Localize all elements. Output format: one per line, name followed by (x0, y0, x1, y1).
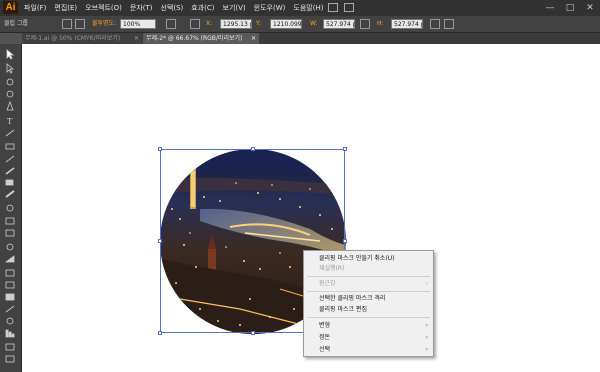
handle-bottom-left[interactable] (158, 331, 162, 335)
free-transform-tool-icon[interactable] (5, 242, 16, 251)
line-tool-icon[interactable] (5, 129, 16, 138)
menu-select[interactable]: 선택 (319, 345, 330, 355)
menu-separator (307, 317, 430, 318)
menu-arrange[interactable]: 정돈 (319, 333, 330, 343)
tab-document-1[interactable]: 무제-1.ai @ 50% (CMYK/미리보기) ✕ (22, 33, 142, 44)
app-logo: Ai (3, 1, 18, 14)
document-tab-bar: 무제-1.ai @ 50% (CMYK/미리보기) ✕ 무제-2* @ 66.6… (22, 33, 600, 44)
rotate-tool-icon[interactable] (5, 203, 16, 212)
eyedropper-tool-icon[interactable] (5, 305, 16, 314)
handle-middle-left[interactable] (158, 239, 162, 243)
transform-panel-icon[interactable] (430, 19, 440, 29)
control-bar: 클립 그룹 불투명도: 100% X: 1295.13 px Y: 1210.0… (0, 16, 600, 33)
maximize-button[interactable]: □ (560, 0, 580, 16)
tab-close-icon[interactable]: ✕ (134, 33, 139, 44)
magic-wand-tool-icon[interactable] (5, 77, 16, 86)
tab-document-2[interactable]: 무제-2* @ 66.67% (RGB/미리보기) ✕ (143, 33, 259, 44)
edit-clipping-path-icon[interactable] (62, 19, 72, 29)
recolor-icon[interactable] (166, 19, 176, 29)
rectangle-tool-icon[interactable] (5, 142, 16, 151)
gradient-tool-icon[interactable] (5, 293, 16, 302)
edit-contents-icon[interactable] (75, 19, 85, 29)
menu-separator (307, 291, 430, 292)
submenu-arrow-icon: › (425, 322, 428, 329)
graph-tool-icon[interactable] (5, 330, 16, 339)
menu-separator (307, 276, 430, 277)
menu-perspective: 원근감 (319, 280, 336, 287)
menu-isolate-clipping-mask[interactable]: 선택한 클리핑 마스크 격리 (319, 294, 385, 304)
panel-menu-icon[interactable] (444, 19, 454, 29)
perspective-grid-tool-icon[interactable] (5, 268, 16, 277)
h-field[interactable]: 527.974 px (391, 19, 423, 29)
constrain-proportions-icon[interactable] (360, 19, 370, 29)
y-field[interactable]: 1210.099 px (270, 19, 302, 29)
menu-file[interactable]: 파일(F) (24, 0, 46, 16)
mesh-tool-icon[interactable] (5, 281, 16, 290)
menu-view[interactable]: 보기(V) (223, 0, 246, 16)
width-tool-icon[interactable] (5, 229, 16, 238)
x-label: X: (206, 20, 213, 27)
selection-type-label: 클립 그룹 (4, 20, 28, 27)
menu-effect[interactable]: 효과(C) (191, 0, 214, 16)
x-field[interactable]: 1295.13 px (220, 19, 252, 29)
opacity-label[interactable]: 불투명도: (92, 16, 116, 32)
tab-label: 무제-1.ai @ 50% (CMYK/미리보기) (25, 35, 121, 42)
tab-label: 무제-2* @ 66.67% (RGB/미리보기) (146, 35, 243, 42)
eraser-tool-icon[interactable] (5, 191, 16, 200)
pen-tool-icon[interactable] (5, 102, 16, 111)
selection-tool-icon[interactable] (5, 48, 16, 57)
tools-panel: T (0, 44, 22, 372)
pencil-tool-icon[interactable] (5, 167, 16, 176)
blob-brush-tool-icon[interactable] (5, 179, 16, 188)
w-field[interactable]: 527.974 px (323, 19, 355, 29)
handle-top-center[interactable] (251, 147, 255, 151)
menu-window[interactable]: 윈도우(W) (254, 0, 286, 16)
shape-builder-tool-icon[interactable] (5, 255, 16, 264)
menu-help[interactable]: 도움말(H) (293, 0, 323, 16)
handle-middle-right[interactable] (343, 239, 347, 243)
tab-close-icon[interactable]: ✕ (251, 33, 256, 44)
menu-edit[interactable]: 편집(E) (54, 0, 77, 16)
w-label: W: (310, 20, 318, 27)
handle-bottom-center[interactable] (251, 331, 255, 335)
direct-selection-tool-icon[interactable] (5, 62, 16, 71)
handle-top-left[interactable] (158, 147, 162, 151)
minimize-button[interactable]: — (540, 0, 560, 16)
context-menu: 클리핑 마스크 만들기 취소(U) 재실행(R) 원근감 › 선택한 클리핑 마… (303, 250, 434, 357)
menu-select[interactable]: 선택(S) (161, 0, 184, 16)
menu-bar: Ai 파일(F) 편집(E) 오브젝트(O) 문자(T) 선택(S) 효과(C)… (0, 0, 600, 16)
close-button[interactable]: ✕ (580, 0, 600, 16)
menu-release-clipping-mask[interactable]: 클리핑 마스크 만들기 취소(U) (319, 254, 395, 264)
type-tool-icon[interactable] (5, 116, 16, 125)
submenu-arrow-icon: › (425, 346, 428, 353)
artboard-tool-icon[interactable] (5, 343, 16, 352)
menu-type[interactable]: 문자(T) (130, 0, 153, 16)
menu-items: 파일(F) 편집(E) 오브젝트(O) 문자(T) 선택(S) 효과(C) 보기… (24, 0, 331, 16)
menu-object[interactable]: 오브젝트(O) (85, 0, 122, 16)
blend-tool-icon[interactable] (5, 317, 16, 326)
scale-tool-icon[interactable] (5, 216, 16, 225)
arrange-documents-icon[interactable] (344, 3, 354, 12)
h-label: H: (377, 20, 384, 27)
y-label: Y: (256, 20, 261, 27)
slice-tool-icon[interactable] (5, 355, 16, 364)
menu-redo: 재실행(R) (319, 265, 345, 272)
handle-top-right[interactable] (343, 147, 347, 151)
opacity-field[interactable]: 100% (120, 19, 156, 29)
submenu-arrow-icon: › (425, 334, 428, 341)
submenu-arrow-icon: › (425, 280, 428, 287)
menu-edit-clipping-mask[interactable]: 클리핑 마스크 편집 (319, 305, 367, 315)
lasso-tool-icon[interactable] (5, 89, 16, 98)
menu-transform[interactable]: 변형 (319, 321, 330, 331)
paintbrush-tool-icon[interactable] (5, 155, 16, 164)
reference-point-icon[interactable] (190, 19, 200, 29)
bridge-icon[interactable] (328, 3, 338, 12)
